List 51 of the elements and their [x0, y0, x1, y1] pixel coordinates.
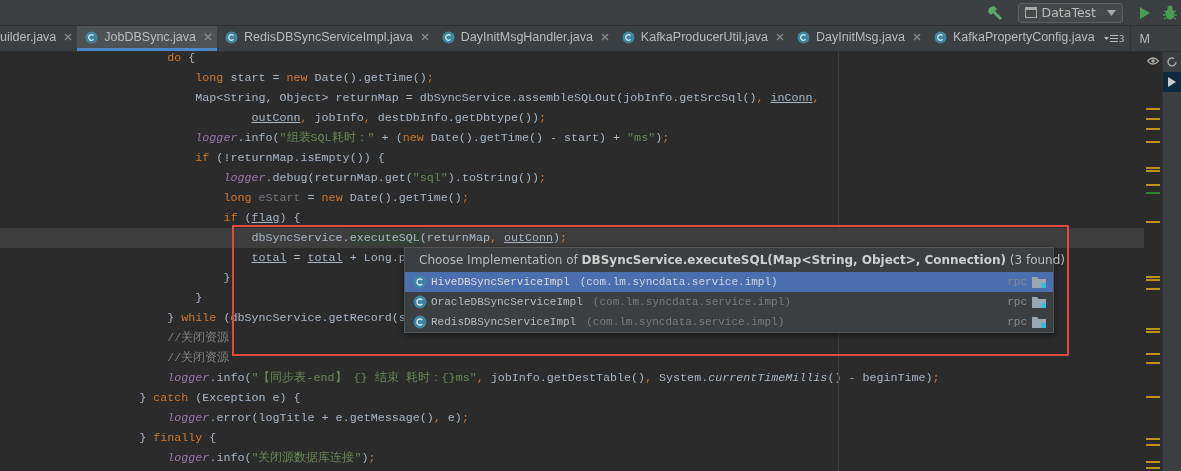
editor-tab[interactable]: JobDBSync.java [77, 26, 217, 51]
hammer-icon[interactable] [985, 4, 1004, 21]
folder-icon [1031, 275, 1047, 289]
class-icon [797, 30, 810, 44]
class-icon [85, 30, 99, 44]
class-icon [413, 315, 427, 329]
class-icon [413, 295, 427, 309]
package-name: (com.lm.syncdata.service.impl) [586, 316, 786, 328]
close-icon[interactable] [420, 33, 429, 41]
class-icon [413, 275, 427, 289]
class-icon [621, 30, 635, 44]
hidden-tab-count: 3 [1118, 33, 1125, 44]
popup-title: Choose Implementation of DBSyncService.executeSQL(Map<String, Object>, Connection) (3 found) [419, 253, 1065, 267]
tab-list-icon[interactable] [1103, 34, 1118, 43]
close-icon[interactable] [776, 33, 784, 41]
class-name: RedisDBSyncServiceImpl [431, 316, 577, 328]
package-name: (com.lm.syncdata.service.impl) [579, 276, 779, 288]
module-name: rpc [1007, 296, 1027, 308]
close-icon[interactable] [600, 33, 609, 41]
tab-label: DayInitMsgHandler.java [460, 30, 593, 44]
class-icon [441, 30, 455, 44]
bug-icon[interactable] [1163, 4, 1177, 21]
folder-icon [1031, 295, 1047, 309]
tab-label: RedisDBSyncServiceImpl.java [244, 30, 413, 44]
run-icon[interactable] [1137, 5, 1151, 20]
close-icon[interactable] [64, 33, 73, 41]
editor-tab[interactable]: M [1130, 26, 1154, 51]
class-icon [225, 30, 238, 44]
caret-icon [1107, 9, 1116, 16]
module-name: rpc [1007, 276, 1027, 288]
package-name: (com.lm.syncdata.service.impl) [592, 296, 792, 308]
run-configuration-dropdown[interactable]: DataTest [1017, 2, 1123, 23]
eye-icon[interactable] [1147, 57, 1159, 65]
tab-label: KafkaPropertyConfig.java [952, 30, 1095, 44]
close-icon[interactable] [912, 33, 921, 41]
refresh-icon[interactable] [1166, 56, 1178, 68]
tab-label: uilder.java [0, 30, 57, 44]
folder-icon [1031, 315, 1047, 329]
implementation-item[interactable]: HiveDBSyncServiceImpl (com.lm.syncdata.service.impl) rpc [405, 272, 1053, 292]
tab-label: DayInitMsg.java [816, 30, 905, 44]
play-icon[interactable] [1167, 77, 1177, 87]
class-icon [933, 30, 947, 44]
class-name: OracleDBSyncServiceImpl [431, 296, 583, 308]
implementation-item[interactable]: OracleDBSyncServiceImpl (com.lm.syncdata.service.impl) rpc [405, 292, 1053, 312]
module-name: rpc [1007, 316, 1027, 328]
implementation-item[interactable]: RedisDBSyncServiceImpl (com.lm.syncdata.service.impl) rpc [405, 312, 1053, 332]
class-name: HiveDBSyncServiceImpl [431, 276, 570, 288]
tab-label: JobDBSync.java [104, 30, 196, 44]
close-icon[interactable] [204, 33, 212, 41]
window-icon [1024, 7, 1037, 18]
tab-label: KafkaProducerUtil.java [640, 30, 768, 44]
